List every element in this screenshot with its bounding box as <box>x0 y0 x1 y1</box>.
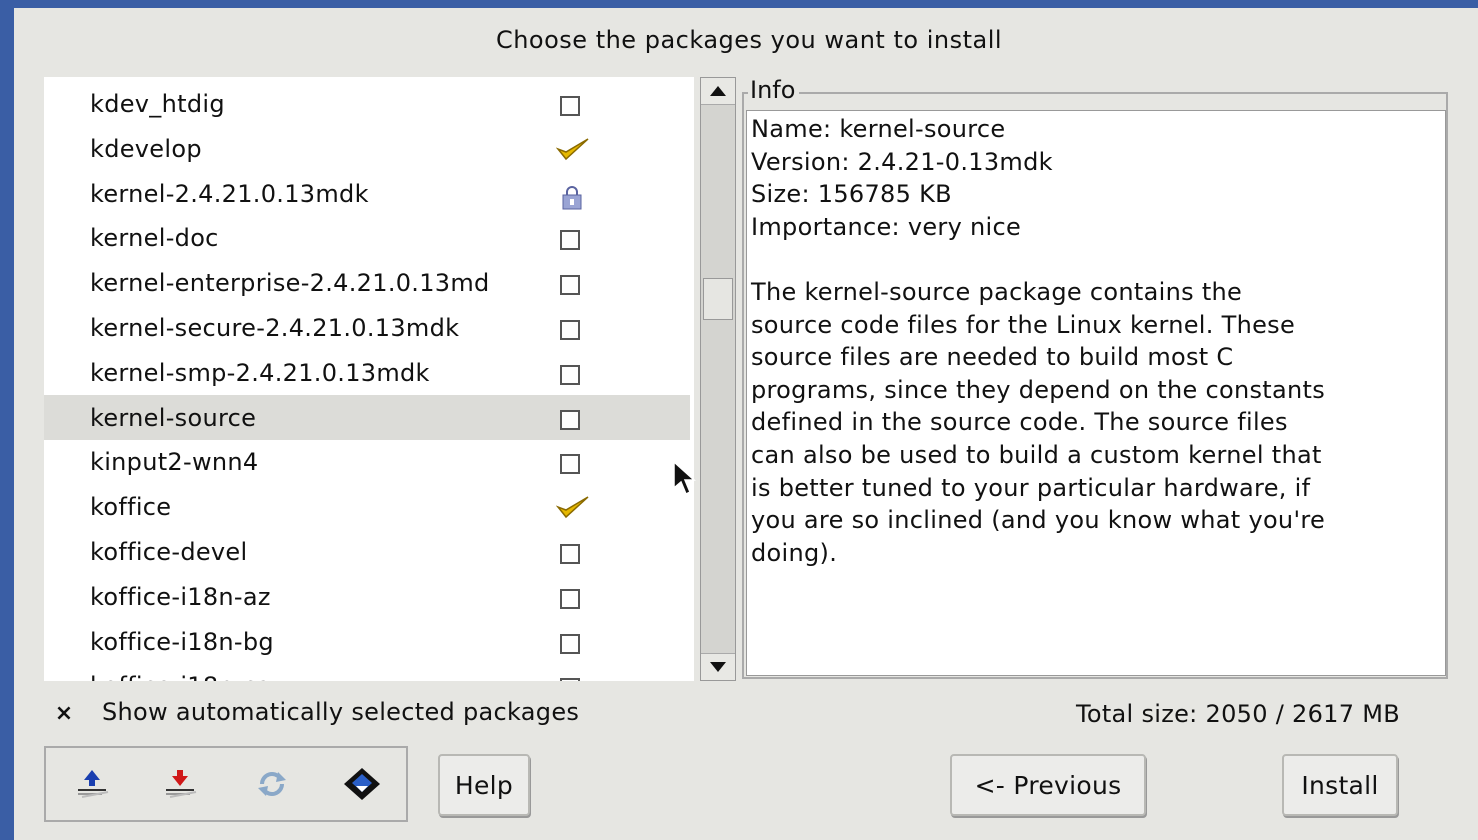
package-row[interactable]: koffice <box>44 484 690 529</box>
checked-checkmark-icon[interactable] <box>556 138 589 163</box>
package-row[interactable]: kinput2-wnn4 <box>44 439 690 484</box>
load-selection-icon[interactable] <box>70 764 114 804</box>
package-row[interactable]: koffice-i18n-ca <box>44 663 690 681</box>
package-row[interactable]: kernel-enterprise-2.4.21.0.13md <box>44 260 690 305</box>
floppy-disk-icon[interactable] <box>340 764 384 804</box>
package-checkbox[interactable] <box>560 454 582 476</box>
package-name: kdev_htdig <box>90 90 225 118</box>
mouse-pointer-icon <box>672 460 698 500</box>
info-line <box>751 243 1441 276</box>
info-line: The kernel-source package contains the <box>751 277 1243 306</box>
package-checkbox[interactable] <box>560 633 582 656</box>
package-list-scrollbar[interactable] <box>700 77 736 681</box>
package-name: kernel-enterprise-2.4.21.0.13md <box>90 269 490 298</box>
package-checkbox[interactable] <box>560 230 582 252</box>
package-row[interactable]: kdevelop <box>44 126 690 171</box>
previous-button[interactable]: <- Previous <box>950 754 1146 816</box>
package-name: koffice-i18n-bg <box>90 627 274 656</box>
info-line: Importance: very nice <box>751 212 1022 241</box>
package-row[interactable]: koffice-devel <box>44 529 690 574</box>
info-line: source files are needed to build most C <box>751 343 1234 372</box>
package-checkbox[interactable] <box>560 320 582 342</box>
package-name: kdevelop <box>90 134 202 163</box>
locked-package-icon[interactable] <box>560 185 582 210</box>
package-row[interactable]: koffice-i18n-bg <box>44 619 690 664</box>
info-line: Version: 2.4.21-0.13mdk <box>751 147 1053 176</box>
total-size: Total size: 2050 / 2617 MB <box>1075 700 1400 728</box>
package-checkbox[interactable] <box>560 275 582 297</box>
save-selection-icon[interactable] <box>158 764 202 804</box>
auto-select-checkbox[interactable]: × <box>52 702 76 726</box>
info-line: Size: 156785 KB <box>751 180 952 209</box>
info-line: you are so inclined (and you know what y… <box>751 506 1326 535</box>
help-button[interactable]: Help <box>438 754 530 816</box>
package-name: koffice-devel <box>90 538 248 566</box>
info-line: programs, since they depend on the const… <box>751 375 1326 404</box>
scroll-thumb[interactable] <box>703 278 733 320</box>
package-checkbox[interactable] <box>560 678 582 681</box>
package-row[interactable]: kernel-doc <box>44 215 690 260</box>
package-checkbox[interactable] <box>560 544 582 566</box>
package-row[interactable]: koffice-i18n-az <box>44 574 690 619</box>
package-list[interactable]: kdev_htdig kdevelop kernel-2.4.21.0.13mdk k… <box>44 77 694 681</box>
package-checkbox[interactable] <box>560 96 582 118</box>
package-name: koffice-i18n-ca <box>90 672 271 681</box>
package-row[interactable]: kernel-smp-2.4.21.0.13mdk <box>44 350 690 395</box>
checked-checkmark-icon[interactable] <box>556 496 589 521</box>
package-name: kernel-smp-2.4.21.0.13mdk <box>90 358 430 387</box>
info-line: defined in the source code. The source f… <box>751 408 1288 437</box>
info-line: is better tuned to your particular hardw… <box>751 473 1311 502</box>
package-name: kernel-secure-2.4.21.0.13mdk <box>90 314 460 342</box>
package-checkbox[interactable] <box>560 364 582 387</box>
page-title: Choose the packages you want to install <box>495 26 1003 54</box>
install-button[interactable]: Install <box>1282 754 1398 816</box>
info-line: doing). <box>751 538 838 567</box>
selection-toolbar <box>44 746 408 822</box>
package-name: kernel-doc <box>90 224 219 253</box>
auto-select-label: Show automatically selected packages <box>102 698 580 726</box>
package-name: kinput2-wnn4 <box>90 448 259 477</box>
info-line: can also be used to build a custom kerne… <box>751 440 1322 469</box>
scroll-down-arrow-icon[interactable] <box>701 653 735 680</box>
package-row[interactable]: kdev_htdig <box>44 81 690 126</box>
info-legend: Info <box>748 76 800 104</box>
package-row[interactable]: kernel-2.4.21.0.13mdk <box>44 171 690 216</box>
info-line: source code files for the Linux kernel. … <box>751 310 1296 339</box>
package-name: kernel-source <box>90 403 257 432</box>
package-name: koffice-i18n-az <box>90 582 271 611</box>
package-name: koffice <box>90 493 172 522</box>
package-row[interactable]: kernel-secure-2.4.21.0.13mdk <box>44 305 690 350</box>
package-row[interactable]: kernel-source <box>44 394 690 440</box>
refresh-icon[interactable] <box>250 764 294 804</box>
package-checkbox[interactable] <box>560 409 582 432</box>
info-line: Name: kernel-source <box>751 115 1006 143</box>
info-text[interactable]: Name: kernel-source Version: 2.4.21-0.13m… <box>746 110 1446 676</box>
package-name: kernel-2.4.21.0.13mdk <box>90 179 369 208</box>
package-checkbox[interactable] <box>560 588 582 611</box>
scroll-up-arrow-icon[interactable] <box>701 78 735 105</box>
